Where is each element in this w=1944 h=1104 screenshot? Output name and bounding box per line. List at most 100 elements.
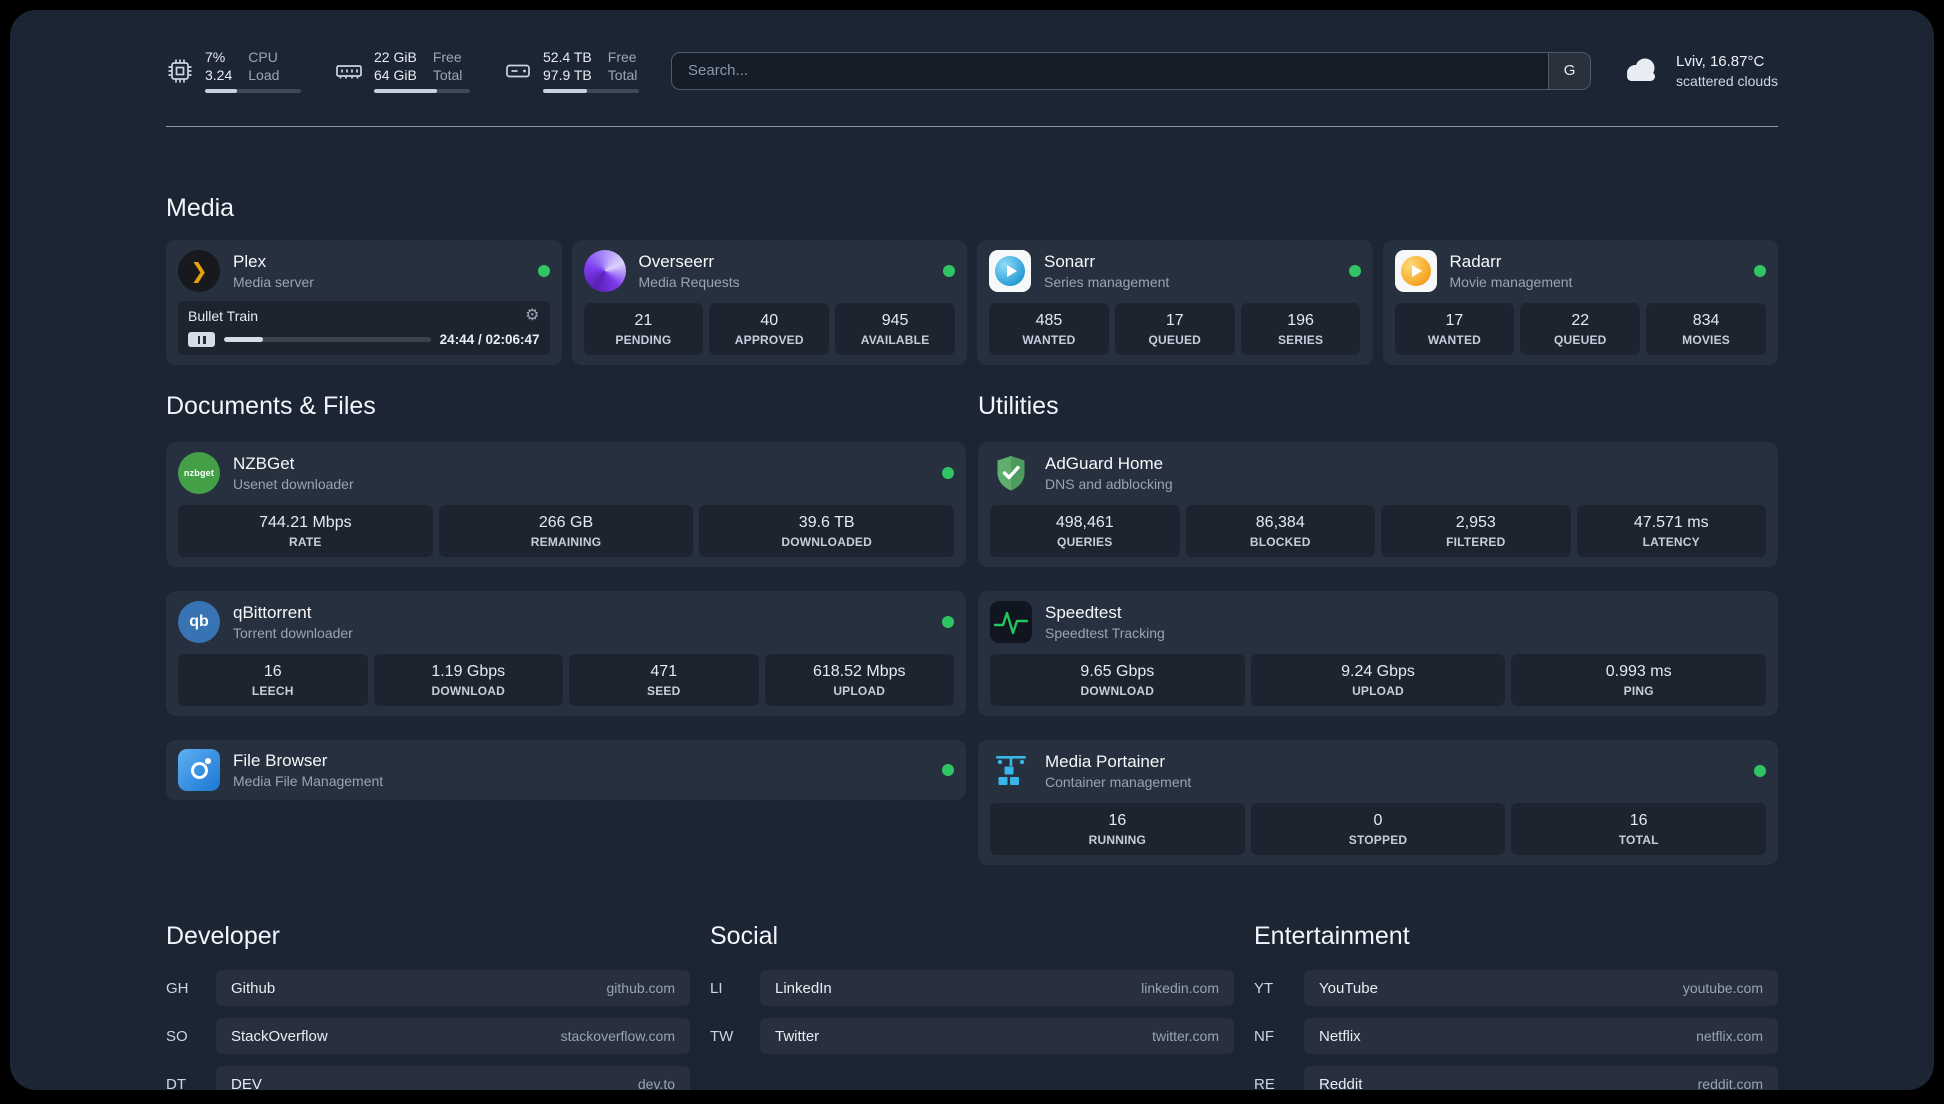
bookmark-url: reddit.com bbox=[1697, 1076, 1763, 1090]
service-subtitle: DNS and adblocking bbox=[1045, 476, 1173, 492]
service-card-overseerr[interactable]: Overseerr Media Requests 21 PENDING 40 A… bbox=[571, 240, 967, 365]
disk-widget: 52.4 TB 97.9 TB Free Total bbox=[504, 48, 639, 93]
bookmark-name: StackOverflow bbox=[231, 1027, 328, 1045]
stat-queued: 22 QUEUED bbox=[1520, 303, 1641, 355]
service-subtitle: Series management bbox=[1044, 274, 1170, 290]
service-title: NZBGet bbox=[233, 454, 295, 473]
stat-ping: 0.993 ms PING bbox=[1511, 654, 1767, 706]
section-heading-developer: Developer bbox=[166, 922, 280, 950]
bookmark-github[interactable]: GH Github github.com bbox=[166, 970, 690, 1006]
weather-location: Lviv, 16.87°C bbox=[1676, 52, 1765, 70]
section-heading-social: Social bbox=[710, 922, 779, 950]
search-input[interactable] bbox=[672, 52, 1549, 89]
stat-upload: 618.52 Mbps UPLOAD bbox=[764, 654, 954, 706]
cpu-percent: 7% bbox=[205, 49, 226, 65]
media-grid: ❯ Plex Media server Bullet Train ⚙ 24:44… bbox=[166, 240, 1778, 365]
service-card-portainer[interactable]: Media Portainer Container management 16 … bbox=[978, 740, 1778, 865]
bookmark-group-entertainment: Entertainment YT YouTube youtube.com NF … bbox=[1254, 921, 1778, 1090]
bookmark-name: Netflix bbox=[1319, 1027, 1361, 1045]
bookmark-name: LinkedIn bbox=[775, 979, 832, 997]
memory-label-2: Total bbox=[432, 67, 463, 83]
bookmark-name: Reddit bbox=[1319, 1075, 1363, 1091]
service-subtitle: Torrent downloader bbox=[233, 625, 353, 641]
service-title: qBittorrent bbox=[233, 603, 312, 622]
status-dot bbox=[537, 265, 550, 277]
memory-meter bbox=[374, 89, 470, 93]
search-provider-button[interactable]: G bbox=[1548, 52, 1591, 89]
service-subtitle: Media Requests bbox=[638, 274, 740, 290]
cpu-meter bbox=[205, 89, 301, 93]
topbar: 7% 3.24 CPU Load 22 GiB 64 GiB Free Tota… bbox=[166, 48, 1778, 93]
service-title: Media Portainer bbox=[1045, 752, 1166, 771]
plex-icon: ❯ bbox=[178, 250, 220, 292]
bookmark-stackoverflow[interactable]: SO StackOverflow stackoverflow.com bbox=[166, 1018, 690, 1054]
radarr-icon bbox=[1394, 250, 1437, 292]
bookmark-reddit[interactable]: RE Reddit reddit.com bbox=[1254, 1066, 1778, 1090]
service-card-radarr[interactable]: Radarr Movie management 17 WANTED 22 QUE… bbox=[1382, 240, 1778, 365]
qbittorrent-icon: qb bbox=[178, 601, 220, 643]
stat-seed: 471 SEED bbox=[569, 654, 759, 706]
status-dot bbox=[1754, 265, 1766, 277]
cpu-widget: 7% 3.24 CPU Load bbox=[166, 48, 301, 93]
media-section: Media ❯ Plex Media server Bullet Train ⚙… bbox=[166, 193, 1778, 365]
cpu-icon bbox=[166, 57, 194, 85]
portainer-icon bbox=[990, 750, 1032, 792]
bookmark-url: twitter.com bbox=[1152, 1028, 1219, 1044]
speedtest-icon bbox=[990, 601, 1032, 643]
weather-condition: scattered clouds bbox=[1676, 72, 1778, 89]
pause-button[interactable] bbox=[188, 332, 215, 347]
adguard-icon bbox=[990, 452, 1032, 494]
cpu-label-1: CPU bbox=[248, 49, 278, 65]
service-subtitle: Usenet downloader bbox=[233, 476, 354, 492]
section-heading-media: Media bbox=[166, 194, 235, 222]
service-card-speedtest[interactable]: Speedtest Speedtest Tracking 9.65 Gbps D… bbox=[978, 591, 1778, 716]
service-card-qbittorrent[interactable]: qb qBittorrent Torrent downloader 16 LEE… bbox=[166, 591, 966, 716]
memory-icon bbox=[335, 57, 363, 85]
utilities-section: Utilities AdGuard Home DNS and adblockin… bbox=[978, 391, 1778, 865]
bookmark-youtube[interactable]: YT YouTube youtube.com bbox=[1254, 970, 1778, 1006]
stat-queries: 498,461 QUERIES bbox=[990, 505, 1180, 557]
stat-movies: 834 MOVIES bbox=[1646, 303, 1766, 355]
bookmark-abbr: DT bbox=[166, 1075, 186, 1091]
service-card-adguard[interactable]: AdGuard Home DNS and adblocking 498,461 … bbox=[978, 442, 1778, 567]
cpu-load: 3.24 bbox=[205, 67, 233, 83]
bookmark-abbr: NF bbox=[1254, 1027, 1274, 1045]
bookmark-twitter[interactable]: TW Twitter twitter.com bbox=[710, 1018, 1234, 1054]
stat-remaining: 266 GB REMAINING bbox=[438, 505, 694, 557]
playback-progress-bar[interactable] bbox=[224, 337, 431, 342]
bookmark-linkedin[interactable]: LI LinkedIn linkedin.com bbox=[710, 970, 1234, 1006]
gear-icon[interactable]: ⚙ bbox=[525, 308, 539, 324]
bookmarks-section: Developer GH Github github.com SO StackO… bbox=[166, 921, 1778, 1090]
service-card-nzbget[interactable]: nzbget NZBGet Usenet downloader 744.21 M… bbox=[166, 442, 966, 567]
stat-series: 196 SERIES bbox=[1240, 303, 1361, 355]
stat-stopped: 0 STOPPED bbox=[1250, 803, 1506, 855]
bookmark-name: DEV bbox=[231, 1075, 262, 1091]
bookmark-dev[interactable]: DT DEV dev.to bbox=[166, 1066, 690, 1090]
service-card-filebrowser[interactable]: File Browser Media File Management bbox=[166, 740, 966, 800]
bookmark-netflix[interactable]: NF Netflix netflix.com bbox=[1254, 1018, 1778, 1054]
stat-latency: 47.571 ms LATENCY bbox=[1576, 505, 1766, 557]
bookmark-abbr: YT bbox=[1254, 979, 1274, 997]
search-bar: G bbox=[671, 51, 1592, 90]
service-title: AdGuard Home bbox=[1045, 454, 1164, 473]
status-dot bbox=[1754, 765, 1766, 777]
disk-label-2: Total bbox=[607, 67, 638, 83]
section-heading-entertainment: Entertainment bbox=[1254, 922, 1410, 950]
sonarr-icon bbox=[989, 250, 1031, 292]
service-title: Overseerr bbox=[638, 252, 715, 271]
service-title: File Browser bbox=[233, 751, 328, 770]
service-card-sonarr[interactable]: Sonarr Series management 485 WANTED 17 Q… bbox=[977, 240, 1373, 365]
bookmark-url: youtube.com bbox=[1682, 980, 1763, 996]
disk-label-1: Free bbox=[607, 49, 637, 65]
section-heading-utilities: Utilities bbox=[978, 392, 1059, 420]
service-card-plex[interactable]: ❯ Plex Media server Bullet Train ⚙ 24:44… bbox=[166, 240, 562, 365]
stat-running: 16 RUNNING bbox=[990, 803, 1245, 855]
stat-blocked: 86,384 BLOCKED bbox=[1185, 505, 1375, 557]
stat-download: 9.65 Gbps DOWNLOAD bbox=[990, 654, 1245, 706]
stat-leech: 16 LEECH bbox=[178, 654, 368, 706]
stat-downloaded: 39.6 TB DOWNLOADED bbox=[699, 505, 955, 557]
documents-section: Documents & Files nzbget NZBGet Usenet d… bbox=[166, 391, 966, 800]
service-subtitle: Container management bbox=[1045, 774, 1192, 790]
bookmark-abbr: SO bbox=[166, 1027, 188, 1045]
memory-free-value: 22 GiB bbox=[374, 49, 417, 65]
